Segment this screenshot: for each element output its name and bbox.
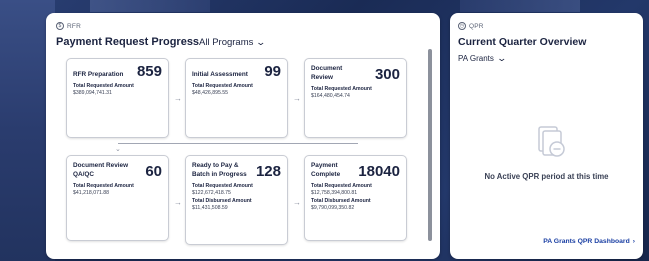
card-count: 128 — [255, 163, 281, 180]
rfr-eyebrow-label: RFR — [67, 22, 81, 30]
rfr-eyebrow: $ RFR — [56, 22, 81, 30]
card-name: Document Review QA/QC — [73, 162, 129, 178]
card-amount-value: $12,758,394,800.81 — [311, 190, 358, 196]
card-name: Payment Complete — [311, 162, 341, 178]
status-card-document-review[interactable]: Document Review 300 Total Requested Amou… — [304, 58, 407, 138]
card-amount-label: Total Requested Amount — [192, 83, 253, 89]
card-disbursed-label: Total Disbursed Amount — [311, 198, 371, 204]
card-amount-label: Total Requested Amount — [311, 86, 372, 92]
document-minus-icon — [538, 126, 565, 157]
qpr-eyebrow: ◷ QPR — [458, 22, 484, 30]
qpr-dashboard-link[interactable]: PA Grants QPR Dashboard › — [543, 238, 635, 245]
qpr-title: Current Quarter Overview — [458, 36, 587, 48]
dollar-circle-icon: $ — [56, 22, 64, 30]
scrollbar[interactable] — [428, 49, 432, 241]
card-count: 60 — [145, 163, 162, 180]
card-amount-label: Total Requested Amount — [192, 183, 253, 189]
chevron-down-icon: ⌄ — [255, 37, 267, 47]
card-amount-label: Total Requested Amount — [73, 83, 134, 89]
card-count: 300 — [374, 66, 400, 83]
card-name: RFR Preparation — [73, 71, 124, 78]
background-decoration — [460, 0, 580, 12]
arrow-right-icon: → — [293, 198, 301, 207]
card-amount-label: Total Requested Amount — [73, 183, 134, 189]
program-select-value: All Programs — [199, 37, 254, 48]
row-connector — [118, 143, 358, 144]
card-disbursed-value: $9,790,099,350.82 — [311, 205, 355, 211]
card-amount-value: $48,426,895.55 — [192, 90, 229, 96]
card-disbursed-value: $11,431,508.59 — [192, 205, 228, 211]
qpr-eyebrow-label: QPR — [469, 22, 484, 30]
program-select[interactable]: All Programs ⌄ — [199, 37, 267, 48]
card-amount-value: $41,218,071.88 — [73, 190, 110, 196]
card-amount-value: $122,672,418.75 — [192, 190, 231, 196]
status-card-payment-complete[interactable]: Payment Complete 18040 Total Requested A… — [304, 155, 407, 241]
arrow-right-icon: → — [293, 94, 301, 103]
card-amount-value: $389,094,741.31 — [73, 90, 112, 96]
card-count: 99 — [264, 63, 281, 80]
page-title: Payment Request Progress — [56, 36, 200, 48]
clock-icon: ◷ — [458, 22, 466, 30]
current-quarter-overview-panel: ◷ QPR Current Quarter Overview PA Grants… — [450, 13, 643, 259]
qpr-dashboard-link-label: PA Grants QPR Dashboard — [543, 238, 630, 245]
arrow-right-icon: → — [174, 198, 182, 207]
card-name: Initial Assessment — [192, 71, 248, 78]
qpr-program-select[interactable]: PA Grants ⌄ — [458, 53, 507, 64]
card-count: 859 — [136, 63, 162, 80]
status-card-rfr-preparation[interactable]: RFR Preparation 859 Total Requested Amou… — [66, 58, 169, 138]
status-card-ready-to-pay[interactable]: Ready to Pay & Batch in Progress 128 Tot… — [185, 155, 288, 245]
card-name: Ready to Pay & Batch in Progress — [192, 162, 247, 178]
chevron-right-icon: › — [632, 238, 635, 245]
card-name: Document Review — [311, 65, 343, 81]
qpr-program-select-value: PA Grants — [458, 54, 494, 63]
chevron-down-icon: ⌄ — [496, 53, 507, 63]
card-count: 18040 — [358, 163, 400, 180]
card-amount-value: $164,480,454.74 — [311, 93, 350, 99]
payment-request-progress-panel: $ RFR Payment Request Progress All Progr… — [46, 13, 440, 259]
background-decoration — [90, 0, 210, 12]
workflow-flow: RFR Preparation 859 Total Requested Amou… — [52, 55, 427, 255]
chevron-down-icon: ⌄ — [115, 146, 121, 153]
card-disbursed-label: Total Disbursed Amount — [192, 198, 252, 204]
status-card-initial-assessment[interactable]: Initial Assessment 99 Total Requested Am… — [185, 58, 288, 138]
status-card-document-review-qaqc[interactable]: Document Review QA/QC 60 Total Requested… — [66, 155, 169, 241]
arrow-right-icon: → — [174, 94, 182, 103]
empty-state-message: No Active QPR period at this time — [484, 172, 609, 181]
card-amount-label: Total Requested Amount — [311, 183, 372, 189]
